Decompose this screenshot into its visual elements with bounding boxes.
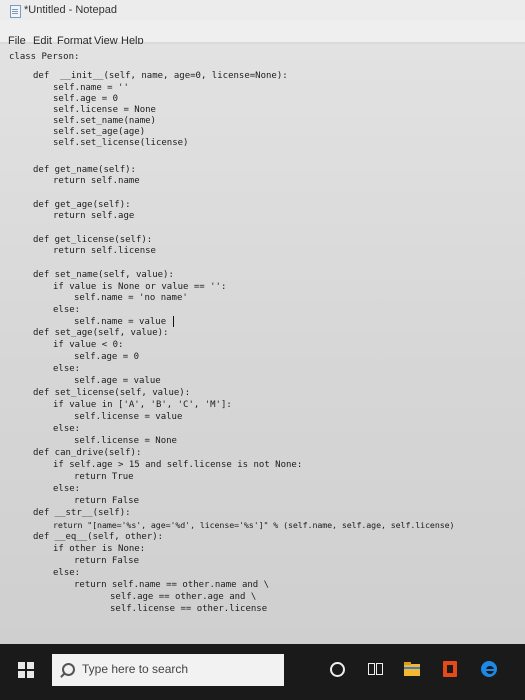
code-line: def __str__(self): xyxy=(33,508,131,518)
code-line: self.license = value xyxy=(74,412,183,422)
window-title: *Untitled - Notepad xyxy=(24,4,117,16)
code-line: def set_name(self, value): xyxy=(33,270,174,280)
code-line: self.age = 0 xyxy=(74,352,140,362)
code-line: if self.age > 15 and self.license is not… xyxy=(53,460,303,470)
search-placeholder: Type here to search xyxy=(82,662,189,676)
text-cursor xyxy=(173,316,174,327)
code-line: def get_name(self): xyxy=(33,165,136,175)
code-line: self.age = 0 xyxy=(53,94,119,104)
title-bar[interactable]: *Untitled - Notepad xyxy=(0,0,525,20)
cortana-icon[interactable] xyxy=(330,662,345,677)
code-line: self.set_license(license) xyxy=(53,138,189,148)
code-line: return self.age xyxy=(53,211,135,221)
notepad-icon xyxy=(10,5,21,18)
code-line: self.age = value xyxy=(74,376,161,386)
search-icon xyxy=(62,663,75,676)
code-line: if other is None: xyxy=(53,544,146,554)
code-line: def can_drive(self): xyxy=(33,448,142,458)
code-line: self.name = value xyxy=(74,317,167,327)
code-line: self.age == other.age and \ xyxy=(110,592,257,602)
code-line: if value in ['A', 'B', 'C', 'M']: xyxy=(53,400,232,410)
code-line: return False xyxy=(74,556,140,566)
code-line: def set_age(self, value): xyxy=(33,328,169,338)
text-editor[interactable]: class Person: def __init__(self, name, a… xyxy=(0,44,525,644)
code-line: self.set_age(age) xyxy=(53,127,146,137)
task-view-icon[interactable] xyxy=(368,662,384,676)
code-line: def __eq__(self, other): xyxy=(33,532,164,542)
code-line: else: xyxy=(53,364,81,374)
code-line: return False xyxy=(74,496,140,506)
code-line: return self.name == other.name and \ xyxy=(74,580,270,590)
code-line: return self.license xyxy=(53,246,156,256)
code-line: self.license = None xyxy=(74,436,177,446)
taskbar: Type here to search xyxy=(0,644,525,700)
code-line: if value is None or value == '': xyxy=(53,282,227,292)
edge-icon[interactable] xyxy=(480,660,498,678)
code-line: else: xyxy=(53,305,81,315)
code-line: def __init__(self, name, age=0, license=… xyxy=(33,71,288,81)
code-line: self.name = '' xyxy=(53,83,129,93)
file-explorer-icon[interactable] xyxy=(403,660,421,678)
taskbar-search[interactable]: Type here to search xyxy=(52,654,284,686)
code-line: def set_license(self, value): xyxy=(33,388,191,398)
code-line: self.license = None xyxy=(53,105,156,115)
code-line: if value < 0: xyxy=(53,340,124,350)
code-line: def get_age(self): xyxy=(33,200,131,210)
code-line: self.license == other.license xyxy=(110,604,268,614)
office-icon[interactable] xyxy=(441,660,459,678)
windows-start-icon[interactable] xyxy=(18,662,34,678)
code-line: def get_license(self): xyxy=(33,235,153,245)
code-line: class Person: xyxy=(9,52,80,62)
menu-bar: File Edit Format View Help xyxy=(0,20,525,47)
code-line: return self.name xyxy=(53,176,140,186)
code-line: self.set_name(name) xyxy=(53,116,156,126)
code-line: return "[name='%s', age='%d', license='%… xyxy=(53,520,455,530)
code-line: self.name = 'no name' xyxy=(74,293,188,303)
screen: *Untitled - Notepad File Edit Format Vie… xyxy=(0,0,525,700)
code-line: else: xyxy=(53,568,81,578)
code-line: else: xyxy=(53,484,81,494)
code-line: else: xyxy=(53,424,81,434)
code-line: return True xyxy=(74,472,134,482)
